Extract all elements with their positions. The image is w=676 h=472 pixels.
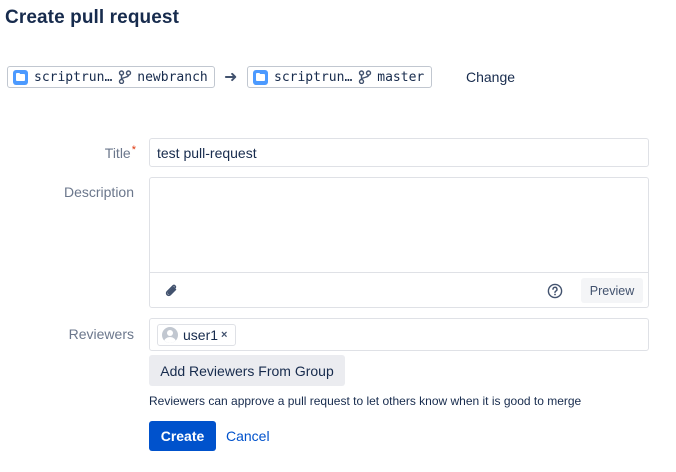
user-avatar-icon bbox=[162, 327, 178, 343]
folder-icon bbox=[13, 69, 28, 85]
description-textarea[interactable] bbox=[150, 178, 648, 272]
source-branch-selector[interactable]: scriptrun… newbranch bbox=[7, 66, 215, 88]
title-label: Title* bbox=[36, 144, 136, 161]
close-icon[interactable]: × bbox=[221, 329, 227, 341]
required-marker: * bbox=[131, 144, 136, 156]
branch-icon bbox=[359, 70, 372, 84]
reviewer-chip: user1 × bbox=[157, 324, 236, 346]
destination-repo-name: scriptrun… bbox=[274, 69, 353, 85]
folder-icon bbox=[253, 69, 268, 85]
reviewers-input[interactable]: user1 × bbox=[149, 318, 649, 351]
preview-button[interactable]: Preview bbox=[581, 278, 643, 303]
reviewer-name: user1 bbox=[183, 327, 219, 343]
title-input[interactable] bbox=[149, 138, 649, 167]
arrow-right-icon: ➜ bbox=[224, 69, 238, 86]
page-title: Create pull request bbox=[5, 7, 180, 28]
source-repo-name: scriptrun… bbox=[34, 69, 113, 85]
reviewers-help-text: Reviewers can approve a pull request to … bbox=[149, 394, 582, 408]
branch-icon bbox=[119, 70, 132, 84]
create-button[interactable]: Create bbox=[149, 421, 216, 451]
description-toolbar: Preview bbox=[150, 272, 648, 307]
description-label: Description bbox=[63, 184, 134, 200]
add-reviewers-from-group-button[interactable]: Add Reviewers From Group bbox=[149, 355, 345, 386]
destination-branch-name: master bbox=[377, 69, 425, 85]
title-label-text: Title bbox=[104, 145, 131, 161]
reviewers-label: Reviewers bbox=[68, 326, 134, 342]
description-editor: Preview bbox=[149, 177, 649, 308]
cancel-link[interactable]: Cancel bbox=[226, 428, 270, 444]
help-circle-icon[interactable] bbox=[547, 283, 563, 299]
paperclip-icon[interactable] bbox=[164, 283, 180, 299]
change-branches-link[interactable]: Change bbox=[466, 69, 515, 85]
destination-branch-selector[interactable]: scriptrun… master bbox=[247, 66, 432, 88]
source-branch-name: newbranch bbox=[137, 69, 208, 85]
